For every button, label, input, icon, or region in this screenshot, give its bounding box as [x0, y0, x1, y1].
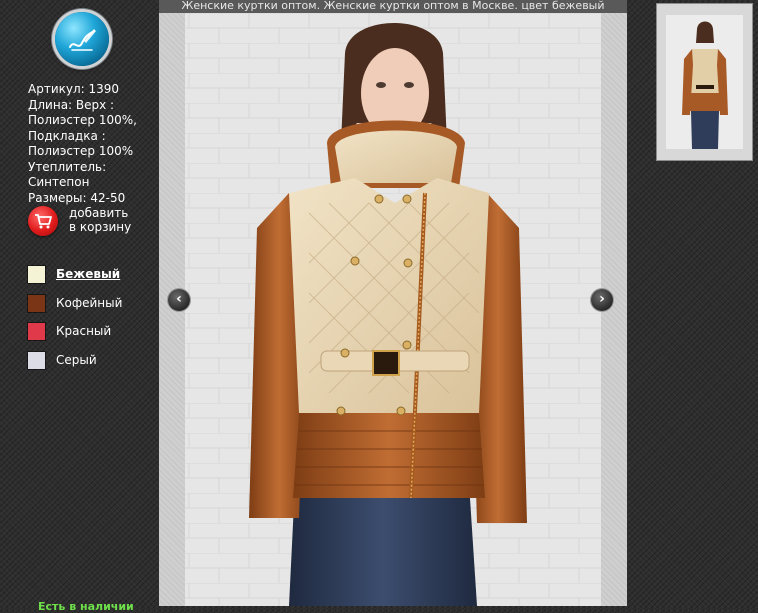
next-image-button[interactable]: › — [591, 289, 613, 311]
thumbnail-image[interactable] — [657, 4, 752, 160]
color-swatch — [28, 323, 45, 340]
chevron-right-icon: › — [599, 291, 605, 307]
pen-signature-icon — [69, 29, 96, 51]
product-specs: Артикул: 1390 Длина: Верх : Полиэстер 10… — [28, 82, 158, 206]
stock-status: Есть в наличии — [38, 600, 134, 613]
color-swatch — [28, 294, 45, 312]
color-swatch — [28, 266, 45, 283]
product-title: Женские куртки оптом. Женские куртки опт… — [159, 0, 627, 13]
color-label: Красный — [56, 324, 112, 338]
cart-badge — [28, 206, 58, 236]
article-number: Артикул: 1390 — [28, 82, 120, 96]
thumbnail-photo — [666, 15, 743, 149]
color-swatch — [28, 351, 45, 369]
shopping-cart-icon — [35, 214, 52, 229]
color-label: Кофейный — [56, 295, 123, 310]
product-image[interactable] — [159, 13, 627, 606]
previous-image-button[interactable]: ‹ — [168, 289, 190, 311]
site-logo[interactable] — [55, 12, 109, 66]
add-to-cart-label: добавить в корзину — [69, 206, 132, 234]
length-material: Длина: Верх : Полиэстер 100%, — [28, 97, 137, 128]
size-range: Размеры: 42-50 — [28, 190, 126, 205]
insulation-material: Утеплитель: Синтепон — [28, 159, 107, 190]
model-photo — [185, 13, 601, 606]
lining-material: Подкладка : Полиэстер 100% — [28, 128, 134, 159]
color-label: Бежевый — [56, 267, 121, 281]
color-label: Серый — [56, 352, 97, 367]
chevron-left-icon: ‹ — [176, 291, 182, 307]
add-to-cart-button[interactable]: добавить в корзину — [28, 205, 158, 239]
